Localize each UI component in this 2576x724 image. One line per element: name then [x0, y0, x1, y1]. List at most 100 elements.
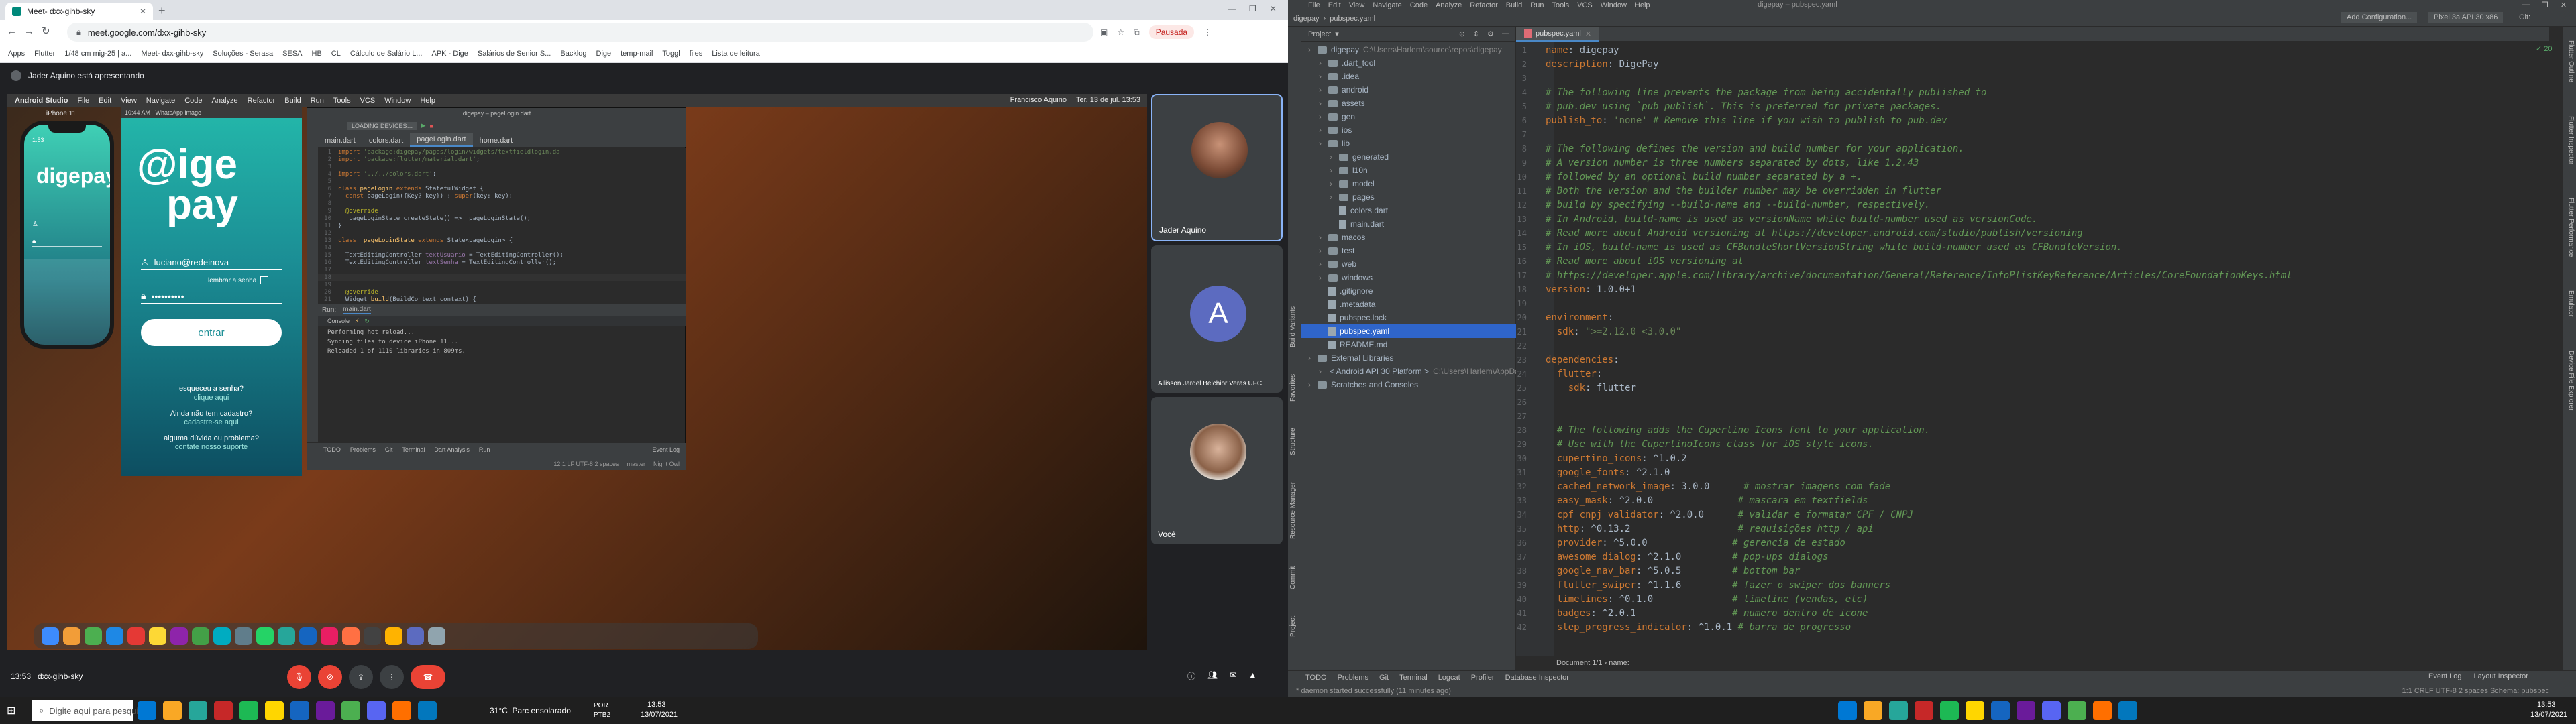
edge-icon[interactable]	[418, 701, 437, 720]
tree-expand-icon[interactable]: ›	[1330, 152, 1335, 162]
discord-icon[interactable]	[367, 701, 386, 720]
camera-off-icon[interactable]: ⊘	[318, 665, 342, 689]
ide-left-side-tab[interactable]: Project	[1289, 616, 1300, 637]
locate-icon[interactable]: ⊕	[1459, 29, 1465, 38]
mac-menu-item[interactable]: Window	[384, 97, 411, 105]
ide-menu-item[interactable]: Edit	[1328, 1, 1341, 9]
ide-menu-item[interactable]: Build	[1506, 1, 1522, 9]
chat-icon[interactable]: ✉︎	[1230, 670, 1236, 682]
ide-menu-item[interactable]: VCS	[1577, 1, 1593, 9]
console-tab[interactable]: Console	[327, 318, 350, 324]
tree-item[interactable]: › .dart_tool	[1301, 56, 1516, 70]
ide-right-side-tab[interactable]: Flutter Inspector	[2564, 116, 2575, 164]
ide-right-side-tab[interactable]: Device File Explorer	[2564, 351, 2575, 410]
calendar-icon[interactable]	[127, 627, 145, 645]
xcode-icon[interactable]	[407, 627, 424, 645]
tree-expand-icon[interactable]: ›	[1319, 273, 1324, 282]
activities-icon[interactable]: ▲	[1248, 670, 1256, 682]
vs-right-icon[interactable]	[2017, 701, 2035, 720]
firefox-icon[interactable]	[392, 701, 411, 720]
inspection-ok-icon[interactable]: ✓ 20	[2536, 44, 2553, 53]
support-link[interactable]: contate nosso suporte	[121, 443, 302, 451]
tree-item[interactable]: main.dart	[1301, 217, 1516, 231]
close-editor-tab-icon[interactable]: ✕	[1585, 29, 1591, 38]
present-icon[interactable]: ⇪	[349, 665, 373, 689]
reload-icon[interactable]: ↻	[42, 25, 50, 37]
mac-menu-item[interactable]: Edit	[99, 97, 111, 105]
tree-item[interactable]: › gen	[1301, 110, 1516, 123]
ide-minimize-icon[interactable]: —	[2522, 1, 2530, 9]
sketch-icon[interactable]	[385, 627, 402, 645]
mic-off-icon[interactable]: 🎙︎	[287, 665, 311, 689]
edge-right-icon[interactable]	[2118, 701, 2137, 720]
windows-search-box[interactable]: ⌕ Digite aqui para pesquisar	[32, 700, 150, 721]
tree-item[interactable]: › windows	[1301, 271, 1516, 284]
weather[interactable]: 31°C Parc ensolarado	[490, 706, 571, 715]
mac-menu-item[interactable]: File	[77, 97, 89, 105]
tree-item[interactable]: › .idea	[1301, 70, 1516, 83]
presenter-editor-tab[interactable]: pageLogin.dart	[410, 133, 473, 147]
vscode-right-icon[interactable]	[1991, 701, 2010, 720]
forward-icon[interactable]: →	[24, 25, 34, 37]
tree-item[interactable]: pubspec.yaml	[1301, 324, 1516, 338]
forgot-link[interactable]: clique aqui	[121, 394, 302, 402]
profile-chip[interactable]: Pausada	[1148, 25, 1195, 39]
tree-item[interactable]: › l10n	[1301, 164, 1516, 177]
project-tree[interactable]: › digepay C:\Users\Harlem\source\repos\dig…	[1301, 43, 1516, 418]
bookmark-item[interactable]: Backlog	[560, 50, 586, 58]
tree-item[interactable]: › generated	[1301, 150, 1516, 164]
star-icon[interactable]: ☆	[1117, 27, 1124, 37]
discord-right-icon[interactable]	[2042, 701, 2061, 720]
bookmark-item[interactable]: Toggl	[662, 50, 680, 58]
launchpad-icon[interactable]	[63, 627, 80, 645]
info-icon[interactable]: ⓘ	[1187, 670, 1195, 682]
tree-item[interactable]: › test	[1301, 244, 1516, 257]
photos-icon[interactable]	[170, 627, 188, 645]
new-tab-icon[interactable]: +	[158, 4, 166, 18]
presenter-bottom-tab[interactable]: Problems	[350, 446, 376, 453]
bookmark-item[interactable]: Dige	[596, 50, 612, 58]
tree-item[interactable]: › model	[1301, 177, 1516, 190]
app-red-icon[interactable]	[214, 701, 233, 720]
login-button[interactable]: entrar	[141, 319, 282, 346]
browser-tab-meet[interactable]: Meet- dxx-gihb-sky ✕	[5, 3, 153, 20]
bookmark-item[interactable]: Lista de leitura	[712, 50, 760, 58]
chrome-right-icon[interactable]	[2068, 701, 2086, 720]
appstore-icon[interactable]	[213, 627, 231, 645]
tree-expand-icon[interactable]: ›	[1308, 353, 1313, 363]
tree-item[interactable]: › lib	[1301, 137, 1516, 150]
git-branch[interactable]: master	[627, 461, 645, 467]
bookmark-item[interactable]: Cálculo de Salário L...	[350, 50, 423, 58]
spotify-icon[interactable]	[239, 701, 258, 720]
end-call-icon[interactable]: ☎︎	[411, 665, 445, 689]
ide-right-side-tab[interactable]: Flutter Performance	[2564, 198, 2575, 257]
tree-expand-icon[interactable]: ›	[1319, 85, 1324, 95]
mac-menu-item[interactable]: Navigate	[146, 97, 175, 105]
presenter-bottom-tab[interactable]: Run	[479, 446, 490, 453]
presenter-bottom-tab[interactable]: Terminal	[402, 446, 425, 453]
tree-expand-icon[interactable]: ›	[1319, 58, 1324, 68]
minimize-icon[interactable]: —	[1228, 4, 1236, 13]
camera-icon[interactable]: ▣	[1100, 27, 1108, 37]
hide-panel-icon[interactable]: —	[1502, 29, 1509, 38]
settings-gear-icon[interactable]: ⚙	[1487, 29, 1494, 38]
postman-icon[interactable]	[342, 627, 360, 645]
bookmark-item[interactable]: temp-mail	[621, 50, 653, 58]
ide-left-side-tab[interactable]: Commit	[1289, 566, 1300, 589]
mac-menu-item[interactable]: Refactor	[248, 97, 276, 105]
device-selector-right[interactable]: Pixel 3a API 30 x86	[2428, 12, 2504, 23]
ide-bottom-tab[interactable]: Terminal	[1399, 674, 1428, 682]
dropdown-icon[interactable]: ▾	[1335, 29, 1339, 38]
presenter-editor-tab[interactable]: main.dart	[318, 135, 362, 147]
explorer-right-icon[interactable]	[1864, 701, 1882, 720]
ide-restore-icon[interactable]: ❐	[2542, 1, 2548, 9]
tree-item[interactable]: › ios	[1301, 123, 1516, 137]
ide-left-side-tab[interactable]: Resource Manager	[1289, 482, 1300, 539]
task-view-icon[interactable]	[138, 701, 156, 720]
ide-bottom-tab[interactable]: Profiler	[1471, 674, 1495, 682]
ide-left-side-tab[interactable]: Structure	[1289, 428, 1300, 456]
close-window-icon[interactable]: ✕	[1270, 4, 1277, 13]
tree-expand-icon[interactable]: ›	[1308, 45, 1313, 54]
ide-menu-item[interactable]: Analyze	[1436, 1, 1462, 9]
finder-icon[interactable]	[42, 627, 59, 645]
